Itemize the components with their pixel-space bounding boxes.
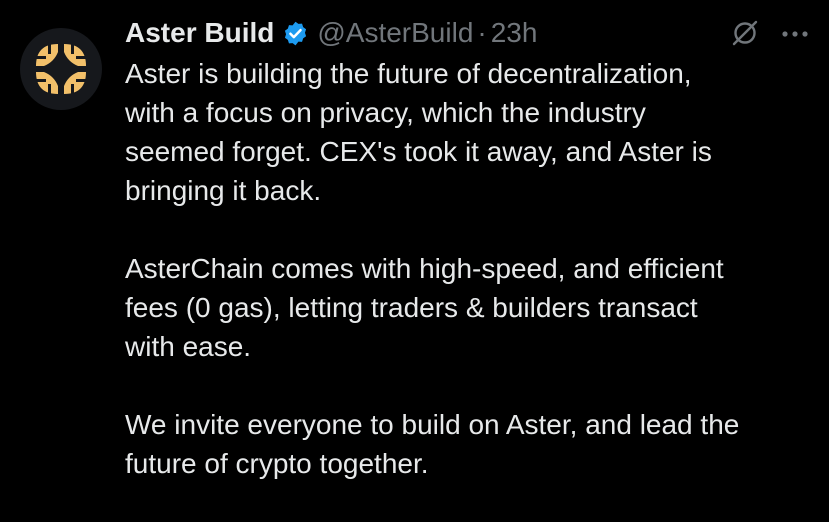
separator-dot: · [477,17,487,48]
grok-icon[interactable] [730,18,760,48]
tweet-text: Aster is building the future of decentra… [125,54,820,522]
avatar[interactable] [20,28,102,110]
author-handle[interactable]: @AsterBuild [317,17,473,49]
author-display-name[interactable]: Aster Build [125,17,274,49]
tweet-paragraph-1: Aster is building the future of decentra… [125,58,712,206]
verified-badge-icon [282,20,309,47]
tweet-paragraph-2: AsterChain comes with high-speed, and ef… [125,253,724,362]
tweet-timestamp[interactable]: 23h [491,17,538,49]
aster-logo-icon [36,44,86,94]
tweet-header: Aster Build @AsterBuild · 23h [125,14,537,52]
tweet-paragraph-3: We invite everyone to build on Aster, an… [125,409,740,479]
more-options-icon[interactable] [778,20,812,48]
